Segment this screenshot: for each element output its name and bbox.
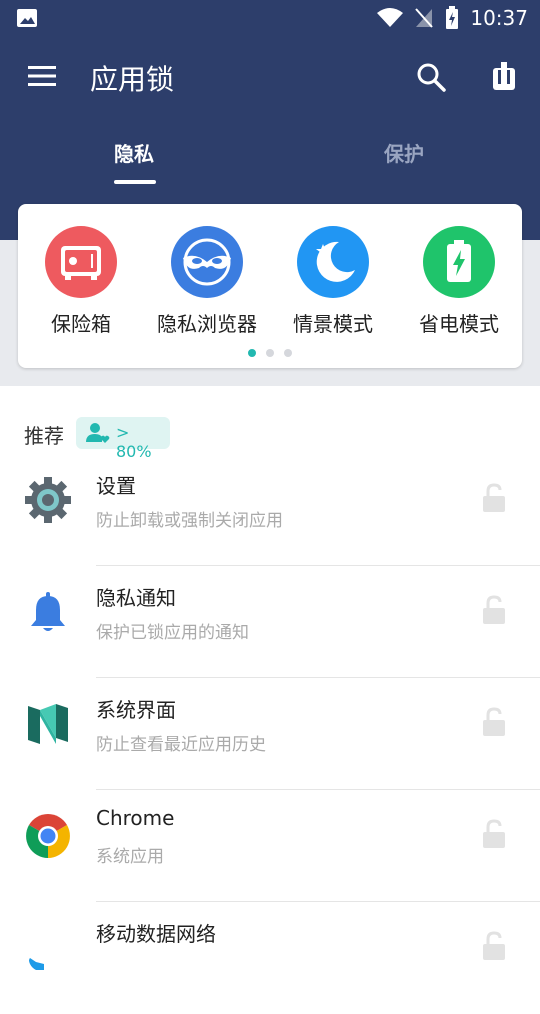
clean-icon[interactable] [490,62,518,92]
app-desc: 防止查看最近应用历史 [96,735,266,755]
no-signal-icon [415,8,434,28]
bell-icon [31,592,65,631]
unlock-icon[interactable] [480,594,508,626]
recommend-label: 推荐 [24,424,64,448]
app-desc: 保护已锁应用的通知 [96,623,249,643]
status-bar: 10:37 [0,0,540,36]
search-icon[interactable] [416,62,446,92]
tab-indicator [114,180,156,184]
app-name: 设置 [96,474,136,498]
feature-scene-mode[interactable]: 情景模式 [273,226,393,337]
list-item[interactable]: Chrome 系统应用 [0,790,540,902]
app-desc: 防止卸载或强制关闭应用 [96,511,283,531]
feature-power-saving[interactable]: 省电模式 [399,226,519,337]
list-item[interactable]: 隐私通知 保护已锁应用的通知 [0,566,540,678]
tab-privacy[interactable]: 隐私 [114,138,154,167]
phone-icon [29,958,44,970]
image-notification-icon [17,9,37,27]
list-item[interactable]: 设置 防止卸载或强制关闭应用 [0,454,540,566]
page-indicator [248,349,292,357]
mask-icon [171,226,243,298]
page-title: 应用锁 [90,63,175,96]
app-name: 移动数据网络 [96,922,216,946]
status-time: 10:37 [470,6,528,30]
menu-icon[interactable] [28,64,56,88]
gear-icon [25,477,71,523]
recommend-badge: > 80% [76,417,170,461]
battery-icon [423,226,495,298]
battery-charging-icon [446,6,459,29]
wifi-icon [377,8,404,27]
list-item[interactable]: 移动数据网络 [0,902,540,1014]
chrome-icon [26,814,70,858]
app-name: Chrome [96,806,175,830]
feature-private-browser-label: 隐私浏览器 [157,312,257,336]
app-name: 系统界面 [96,698,176,722]
tab-bar: 隐私 保护 [0,122,540,186]
feature-safe-label: 保险箱 [51,312,111,336]
unlock-icon[interactable] [480,482,508,514]
feature-power-saving-label: 省电模式 [419,312,499,336]
app-name: 隐私通知 [96,586,176,610]
unlock-icon[interactable] [480,930,508,962]
page-dot [266,349,274,357]
feature-card: 保险箱 隐私浏览器 情景模式 省电模式 [18,204,522,368]
list-item[interactable]: 系统界面 防止查看最近应用历史 [0,678,540,790]
nougat-icon [28,704,68,744]
page-dot [284,349,292,357]
moon-star-icon [297,226,369,298]
feature-scene-mode-label: 情景模式 [293,312,373,336]
tab-protect[interactable]: 保护 [384,138,424,167]
feature-private-browser[interactable]: 隐私浏览器 [147,226,267,337]
app-bar: 应用锁 [0,36,540,122]
unlock-icon[interactable] [480,818,508,850]
page-dot-active [248,349,256,357]
user-heart-icon [86,423,110,443]
app-desc: 系统应用 [96,847,164,867]
safe-icon [45,226,117,298]
feature-safe[interactable]: 保险箱 [21,226,141,337]
unlock-icon[interactable] [480,706,508,738]
